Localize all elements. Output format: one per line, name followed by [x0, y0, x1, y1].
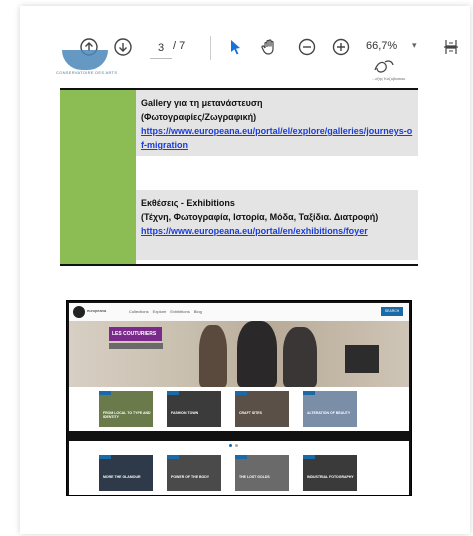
zoom-in-icon[interactable]	[330, 36, 352, 58]
screenshot-card-row: MORE THE GLAMOUR POWER OF THE BODY THE L…	[69, 451, 409, 495]
zoom-out-icon[interactable]	[296, 36, 318, 58]
table-row: Gallery για τη μετανάστευση (Φωτογραφίες…	[136, 90, 418, 156]
page-number-input[interactable]	[150, 38, 172, 59]
logo-right-text: ...εξης Κοζυβασιου	[372, 76, 406, 81]
exhibitions-link[interactable]: https://www.europeana.eu/portal/en/exhib…	[141, 226, 368, 236]
thumb-card: CRAFT SITES	[235, 391, 289, 427]
hero-figure	[283, 327, 317, 387]
thumb-card: POWER OF THE BODY	[167, 455, 221, 491]
row-title: Gallery για τη μετανάστευση	[141, 98, 263, 108]
screenshot-cta: SEARCH	[381, 307, 403, 316]
row-title: Εκθέσεις - Exhibitions	[141, 198, 235, 208]
logo-right-icon	[373, 58, 395, 74]
thumb-card: MORE THE GLAMOUR	[99, 455, 153, 491]
chevron-down-icon[interactable]: ▾	[412, 40, 417, 51]
thumb-card: ALTERATION OF BEAUTY	[303, 391, 357, 427]
screenshot-card-row: FROM LOCAL TO TYPE AND IDENTITY FASHION …	[69, 387, 409, 431]
logo-left-text: CONSERVATOIRE DES ARTS	[56, 70, 118, 75]
toolbar-separator	[210, 36, 211, 60]
screenshot-navbar: europeana Collections Explore Exhibition…	[69, 303, 409, 321]
zoom-level[interactable]: 66,7%	[366, 40, 397, 52]
table-row: Εκθέσεις - Exhibitions (Τέχνη, Φωτογραφί…	[136, 190, 418, 260]
thumb-card: THE LOST GOLDS	[235, 455, 289, 491]
resource-table: Gallery για τη μετανάστευση (Φωτογραφίες…	[60, 88, 418, 266]
screenshot-hero: LES COUTURIERS	[69, 321, 409, 387]
fit-page-icon[interactable]	[440, 36, 462, 58]
thumb-card: FASHION TOWN	[167, 391, 221, 427]
screenshot-menu: Collections Explore Exhibitions Blog	[129, 309, 202, 314]
carousel-dots-row	[69, 441, 409, 451]
green-column	[60, 90, 136, 264]
row-subtitle: (Φωτογραφίες/Ζωγραφική)	[141, 112, 257, 122]
europeana-screenshot-image: europeana Collections Explore Exhibition…	[66, 300, 412, 496]
thumb-card: INDUSTRIAL FOTOGRAPHY	[303, 455, 357, 491]
hand-pan-icon[interactable]	[258, 36, 280, 58]
hero-subtitle-bar	[109, 343, 163, 349]
gallery-link[interactable]: https://www.europeana.eu/portal/el/explo…	[141, 126, 412, 150]
hero-card	[345, 345, 379, 373]
hero-figure	[237, 321, 277, 387]
hero-figure	[199, 325, 227, 387]
hero-label: LES COUTURIERS	[109, 327, 162, 341]
page-total-label: / 7	[173, 40, 186, 52]
row-subtitle: (Τέχνη, Φωτογραφία, Ιστορία, Μόδα, Ταξίδ…	[141, 212, 379, 222]
arrow-down-icon[interactable]	[112, 36, 134, 58]
screenshot-logo-text: europeana	[87, 308, 107, 313]
select-cursor-icon[interactable]	[224, 36, 246, 58]
thumb-card: FROM LOCAL TO TYPE AND IDENTITY	[99, 391, 153, 427]
europeana-logo-icon	[73, 306, 85, 318]
